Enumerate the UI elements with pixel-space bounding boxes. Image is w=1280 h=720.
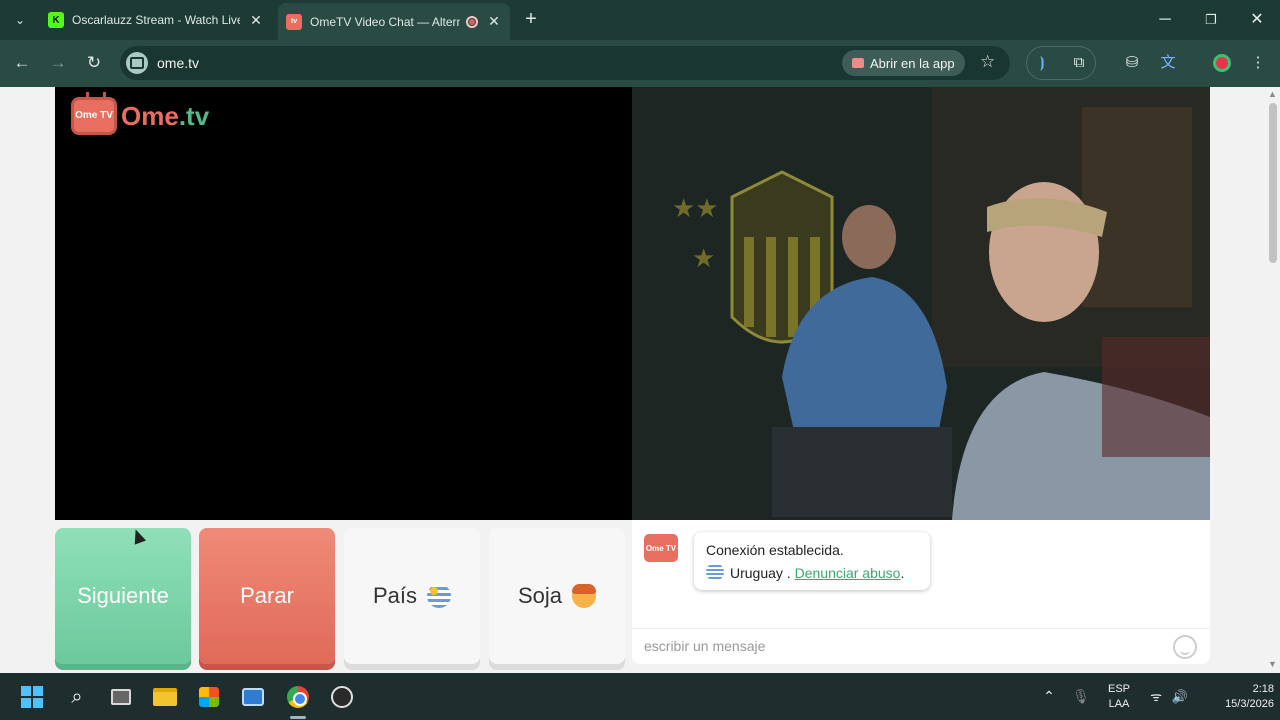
scroll-down-arrow-icon[interactable]: ▼ <box>1268 659 1277 669</box>
wifi-icon[interactable]: ᯤ <box>1146 673 1166 720</box>
windows-taskbar: ⌕ ⌃ 🎙 ESP LAA ᯤ 🔊 2:18 15/3/2026 <box>0 673 1280 720</box>
next-button-label: Siguiente <box>77 583 169 608</box>
next-button[interactable]: Siguiente <box>55 528 191 664</box>
minimize-window-button[interactable]: ─ <box>1142 0 1188 40</box>
gender-filter-button[interactable]: Soja <box>489 528 625 664</box>
start-button[interactable] <box>16 681 48 713</box>
tab-title: Oscarlauzz Stream - Watch Live <box>72 13 240 27</box>
logo-tv-badge: Ome TV <box>71 92 117 135</box>
clock-time: 2:18 <box>1252 682 1274 695</box>
url-text: ome.tv <box>157 55 200 71</box>
address-bar[interactable]: ome.tv Abrir en la app ☆ <box>120 46 1010 80</box>
uruguay-flag-icon <box>706 563 724 581</box>
input-language-indicator[interactable]: ESP LAA <box>1100 673 1138 720</box>
browser-toolbar: ← → ↻ ome.tv Abrir en la app ☆ ⦘ ⧉ ⛁ 文 ⋮ <box>0 40 1280 87</box>
volume-icon[interactable]: 🔊 <box>1170 673 1190 720</box>
open-in-app-button[interactable]: Abrir en la app <box>842 50 965 76</box>
country-separator: . <box>782 565 795 581</box>
gender-button-label: Soja <box>517 583 563 608</box>
new-tab-button[interactable]: + <box>520 8 542 30</box>
partner-country: Uruguay <box>730 565 783 581</box>
ometv-favicon-icon: tv <box>286 13 302 30</box>
photos-app-icon[interactable] <box>237 681 269 713</box>
report-suffix: . <box>900 565 905 581</box>
restore-window-button[interactable]: ❐ <box>1188 0 1234 40</box>
obs-studio-icon[interactable] <box>326 681 358 713</box>
close-tab-icon[interactable]: ✕ <box>486 13 502 30</box>
close-window-button[interactable]: ✕ <box>1234 0 1280 40</box>
extensions-puzzle-icon[interactable]: ⧉ <box>1066 50 1092 76</box>
tab-oscarlauzz-stream[interactable]: K Oscarlauzz Stream - Watch Live ✕ <box>40 5 272 35</box>
clock-area[interactable]: 2:18 15/3/2026 <box>1198 673 1274 720</box>
clock-date: 15/3/2026 <box>1225 697 1274 710</box>
country-button-label: País <box>372 583 418 608</box>
partner-country-line: Uruguay . Denunciar abuso. <box>706 562 930 585</box>
kick-favicon-icon: K <box>48 12 64 28</box>
tab-search-chevron-icon[interactable]: ⌄ <box>8 8 32 32</box>
keyboard-layout: LAA <box>1108 697 1130 710</box>
country-filter-button[interactable]: País <box>344 528 480 664</box>
chat-divider <box>632 628 1210 629</box>
windows-logo-icon <box>21 686 43 708</box>
stop-button[interactable]: Parar <box>199 528 335 664</box>
open-in-app-label: Abrir en la app <box>870 55 955 71</box>
task-view-icon[interactable] <box>105 681 137 713</box>
system-message-bubble: Conexión establecida. Uruguay . Denuncia… <box>694 532 930 590</box>
chrome-icon <box>287 686 309 708</box>
remote-video-scene: ★★ ★ <box>632 87 1210 520</box>
profile-avatar[interactable] <box>1213 54 1231 72</box>
translate-icon[interactable]: 文 <box>1155 50 1181 76</box>
app-icon <box>852 58 864 68</box>
svg-text:★: ★ <box>692 244 715 274</box>
search-icon[interactable]: ⌕ <box>61 681 93 713</box>
page-scrollbar[interactable]: ▲ ▼ <box>1266 87 1280 673</box>
media-control-icon[interactable]: ⛁ <box>1119 50 1145 76</box>
microphone-icon[interactable]: 🎙 <box>1070 673 1092 720</box>
remote-video-feed: ★★ ★ <box>632 87 1210 520</box>
bookmark-star-icon[interactable]: ☆ <box>980 52 995 72</box>
stop-button-label: Parar <box>240 583 294 608</box>
chat-message-input[interactable]: escribir un mensaje <box>644 638 765 654</box>
menu-kebab-icon[interactable]: ⋮ <box>1245 50 1271 76</box>
ometv-bot-avatar: Ome TV <box>644 534 678 562</box>
page-content: Ome TV Ome.tv ★★ ★ Siguiente Parar País … <box>0 87 1280 673</box>
forward-button[interactable]: → <box>45 50 71 76</box>
file-explorer-icon[interactable] <box>149 681 181 713</box>
recording-indicator-icon <box>466 15 478 28</box>
chat-panel: Ome TV Conexión establecida. Uruguay . D… <box>632 520 1210 664</box>
report-abuse-link[interactable]: Denunciar abuso <box>795 565 901 581</box>
logo-wordmark: Ome.tv <box>121 101 209 132</box>
logo-suffix: .tv <box>178 100 210 131</box>
microsoft-store-icon[interactable] <box>193 681 225 713</box>
tab-title: OmeTV Video Chat — Altern <box>310 14 460 29</box>
connection-status-text: Conexión establecida. <box>706 542 844 558</box>
chrome-taskbar-icon[interactable] <box>282 681 314 713</box>
svg-text:★★: ★★ <box>672 194 719 224</box>
local-video-area: Ome TV Ome.tv <box>55 87 632 520</box>
language-code: ESP <box>1107 682 1130 695</box>
uruguay-flag-icon <box>427 584 452 608</box>
back-button[interactable]: ← <box>9 50 35 76</box>
scroll-up-arrow-icon[interactable]: ▲ <box>1268 89 1277 99</box>
emoji-icon[interactable] <box>1173 635 1197 659</box>
reload-button[interactable]: ↻ <box>81 50 107 76</box>
tab-strip: ⌄ K Oscarlauzz Stream - Watch Live ✕ tv … <box>0 0 1280 40</box>
active-app-indicator <box>290 716 306 719</box>
read-aloud-icon[interactable]: ⦘ <box>1029 50 1055 76</box>
logo-name: Ome <box>121 100 179 131</box>
ometv-logo[interactable]: Ome TV Ome.tv <box>71 92 209 135</box>
person-face-icon <box>572 584 597 608</box>
scrollbar-thumb[interactable] <box>1269 103 1277 263</box>
show-hidden-icons-chevron-icon[interactable]: ⌃ <box>1038 673 1060 720</box>
site-info-icon[interactable] <box>126 52 148 74</box>
close-tab-icon[interactable]: ✕ <box>248 12 264 29</box>
tab-ometv[interactable]: tv OmeTV Video Chat — Altern ✕ <box>278 3 510 40</box>
